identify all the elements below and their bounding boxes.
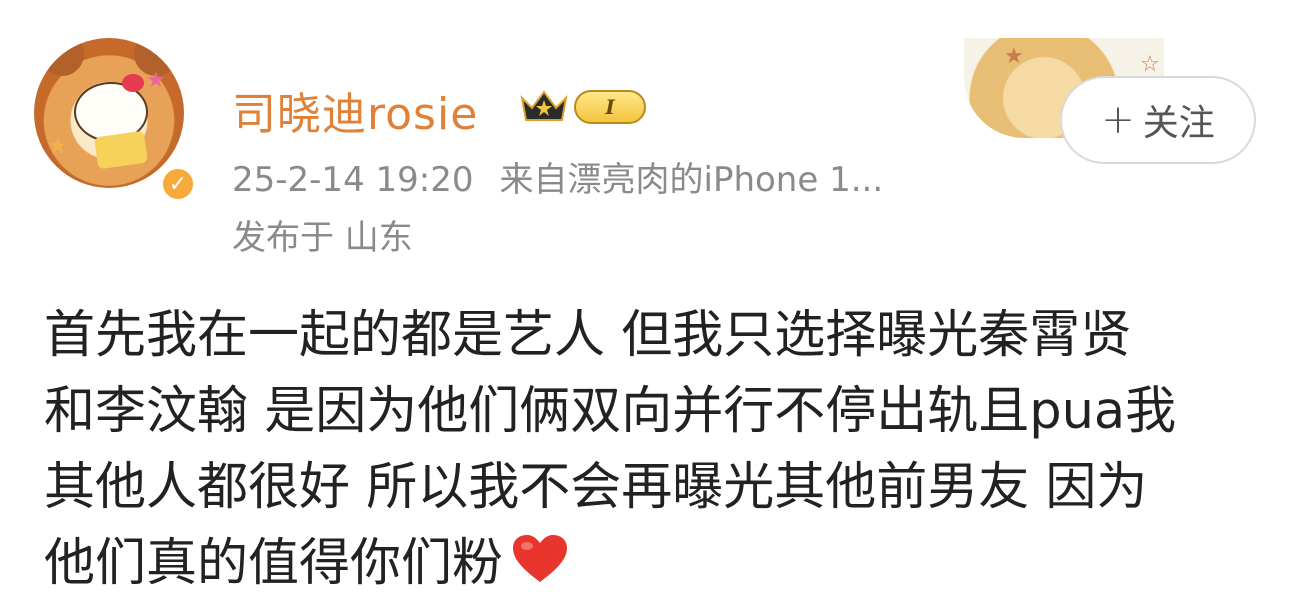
follow-label: 关注 [1142,103,1215,144]
bear-ear-decoration [40,38,84,76]
post-location: 发布于 山东 [232,218,413,258]
cheese-illustration [94,130,148,170]
user-avatar[interactable]: ★ ★ ✓ [34,38,196,202]
post-text-line: 首先我在一起的都是艺人 但我只选择曝光秦霄贤 [44,306,1132,365]
post-body: 首先我在一起的都是艺人 但我只选择曝光秦霄贤 和李汶翰 是因为他们俩双向并行不停… [44,298,1284,602]
post-text-line: 其他人都很好 所以我不会再曝光其他前男友 因为 [44,458,1148,517]
post-text: 他们真的值得你们粉 [44,534,504,593]
bow-decoration [122,74,144,92]
star-icon: ★ [1004,44,1024,69]
star-icon: ★ [48,134,68,159]
avatar-image: ★ ★ [34,38,184,188]
star-icon: ★ [146,68,166,93]
star-icon: ☆ [1140,52,1160,77]
post-source: 来自漂亮肉的iPhone 1... [499,160,884,200]
post-text-line: 和李汶翰 是因为他们俩双向并行不停出轨且pua我 [44,382,1177,441]
plus-icon: + [1101,97,1135,143]
follow-button[interactable]: + 关注 [1060,76,1256,164]
verified-badge-icon: ✓ [160,166,196,202]
post-meta: 25-2-14 19:20 来自漂亮肉的iPhone 1... [232,152,883,201]
post-text-line-last: 他们真的值得你们粉 [44,526,1284,602]
level-badge[interactable]: I [574,90,646,124]
heart-icon [513,535,568,582]
crown-icon [520,90,568,121]
username[interactable]: 司晓迪rosie [232,78,478,142]
post-timestamp[interactable]: 25-2-14 19:20 [232,160,474,200]
